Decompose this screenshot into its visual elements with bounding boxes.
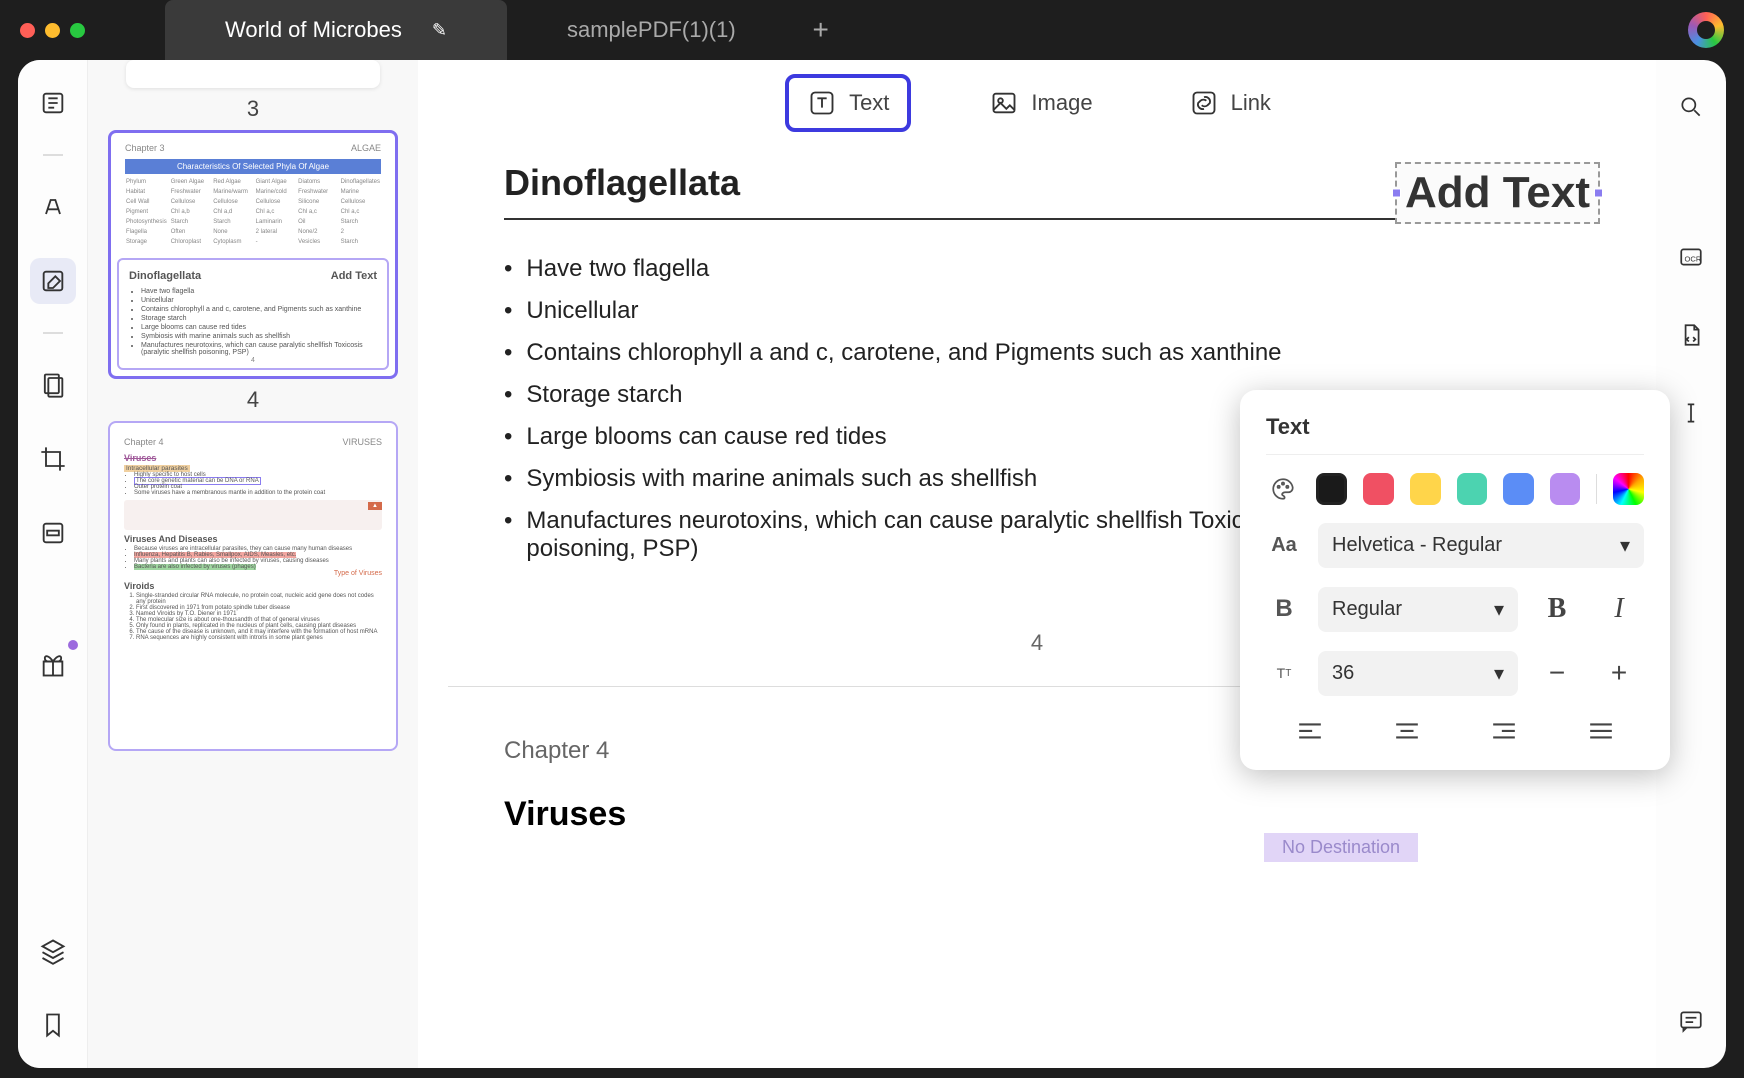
align-justify[interactable] [1557, 714, 1644, 750]
color-purple[interactable] [1550, 473, 1581, 505]
convert-icon[interactable] [1668, 312, 1714, 358]
popover-title: Text [1266, 414, 1644, 455]
new-tab-button[interactable]: + [796, 0, 846, 60]
ocr-icon[interactable]: OCR [1668, 234, 1714, 280]
crop-icon[interactable] [30, 436, 76, 482]
app-logo[interactable] [1688, 12, 1724, 48]
size-decrease[interactable]: − [1534, 650, 1580, 696]
list-item: Contains chlorophyll a and c, carotene, … [504, 332, 1570, 374]
size-icon: TT [1266, 665, 1302, 681]
separator [43, 332, 63, 334]
chevron-down-icon: ▾ [1494, 661, 1504, 686]
tab-label: samplePDF(1)(1) [567, 17, 736, 43]
redact-icon[interactable] [30, 510, 76, 556]
resize-handle-right[interactable] [1594, 189, 1603, 198]
insert-image-label: Image [1031, 90, 1092, 116]
edit-text-icon[interactable] [30, 258, 76, 304]
highlighter-icon[interactable] [30, 184, 76, 230]
font-icon: Aa [1266, 534, 1302, 557]
layers-icon[interactable] [30, 928, 76, 974]
thumb-page-number: 3 [108, 96, 398, 122]
weight-row: B Regular ▾ B I [1266, 586, 1644, 632]
insert-text-label: Text [849, 90, 889, 116]
color-yellow[interactable] [1410, 473, 1441, 505]
color-custom[interactable] [1613, 473, 1644, 505]
link-icon [1189, 88, 1219, 118]
left-toolbar [18, 60, 88, 1068]
size-increase[interactable]: + [1596, 650, 1642, 696]
document-tabs: World of Microbes ✎ samplePDF(1)(1) + [165, 0, 846, 60]
page-manager-icon[interactable] [30, 362, 76, 408]
insert-link-button[interactable]: Link [1171, 78, 1289, 128]
tab-active[interactable]: World of Microbes ✎ [165, 0, 507, 60]
separator [43, 154, 63, 156]
text-properties-popover: Text Aa Helvetica - Regular ▾ B Regular … [1240, 390, 1670, 770]
window-controls [20, 23, 85, 38]
list-item: Have two flagella [504, 248, 1570, 290]
thumbnail-page-5[interactable]: Chapter 4VIRUSES Viruses Intracellular p… [108, 421, 398, 751]
no-destination-badge: No Destination [1264, 833, 1418, 862]
add-text-label: Add Text [1405, 168, 1590, 217]
color-black[interactable] [1316, 473, 1347, 505]
pencil-icon: ✎ [432, 20, 447, 41]
text-cursor-icon[interactable] [1668, 390, 1714, 436]
text-icon [807, 88, 837, 118]
color-teal[interactable] [1457, 473, 1488, 505]
separator [1596, 474, 1597, 504]
thumb-table: PhylumGreen AlgaeRed AlgaeGiant AlgaeDia… [125, 178, 381, 246]
color-red[interactable] [1363, 473, 1394, 505]
list-item: Unicellular [504, 290, 1570, 332]
bookmark-icon[interactable] [30, 1002, 76, 1048]
chapter-label: Chapter 4 [504, 737, 609, 765]
insert-image-button[interactable]: Image [971, 78, 1110, 128]
align-left[interactable] [1266, 714, 1353, 750]
color-row [1266, 473, 1644, 505]
weight-select[interactable]: Regular ▾ [1318, 587, 1518, 632]
align-row [1266, 714, 1644, 750]
image-icon [989, 88, 1019, 118]
color-blue[interactable] [1503, 473, 1534, 505]
size-select[interactable]: 36 ▾ [1318, 651, 1518, 696]
next-heading: Viruses [504, 795, 1570, 834]
titlebar: World of Microbes ✎ samplePDF(1)(1) + [0, 0, 1744, 60]
add-text-box[interactable]: Add Text [1395, 162, 1600, 224]
size-row: TT 36 ▾ − + [1266, 650, 1644, 696]
tab-label: World of Microbes [225, 17, 402, 43]
chevron-down-icon: ▾ [1620, 533, 1630, 558]
search-icon[interactable] [1668, 84, 1714, 130]
app-surface: 3 Chapter 3ALGAE Characteristics Of Sele… [18, 60, 1726, 1068]
resize-handle-left[interactable] [1392, 189, 1401, 198]
italic-button[interactable]: I [1596, 586, 1642, 632]
insert-toolbar: Text Image Link [418, 60, 1656, 142]
insert-link-label: Link [1231, 90, 1271, 116]
chevron-down-icon: ▾ [1494, 597, 1504, 622]
close-window[interactable] [20, 23, 35, 38]
gift-icon[interactable] [30, 642, 76, 688]
thumbnail-page-4[interactable]: Chapter 3ALGAE Characteristics Of Select… [108, 130, 398, 379]
svg-text:OCR: OCR [1685, 254, 1702, 263]
thumb-page-number: 4 [108, 387, 398, 413]
insert-text-button[interactable]: Text [785, 74, 911, 132]
comment-icon[interactable] [1668, 998, 1714, 1044]
bold-icon: B [1266, 595, 1302, 623]
tab-inactive[interactable]: samplePDF(1)(1) [507, 0, 796, 60]
thumbnail-panel: 3 Chapter 3ALGAE Characteristics Of Sele… [88, 60, 418, 1068]
bold-button[interactable]: B [1534, 586, 1580, 632]
align-center[interactable] [1363, 714, 1450, 750]
palette-icon [1266, 476, 1300, 502]
font-select[interactable]: Helvetica - Regular ▾ [1318, 523, 1644, 568]
reader-icon[interactable] [30, 80, 76, 126]
minimize-window[interactable] [45, 23, 60, 38]
thumb-prev-peek [126, 60, 380, 88]
font-row: Aa Helvetica - Regular ▾ [1266, 523, 1644, 568]
maximize-window[interactable] [70, 23, 85, 38]
align-right[interactable] [1460, 714, 1547, 750]
